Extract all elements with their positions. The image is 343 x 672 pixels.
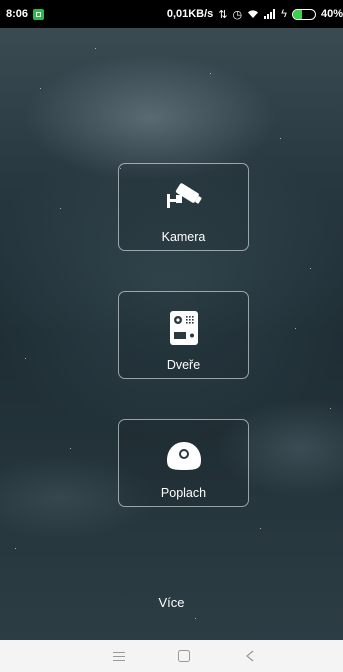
home-background: Kamera Dveře Poplach Více [0,28,343,640]
alarm-sensor-icon [119,438,248,474]
data-sync-icon: ⇅ [218,8,228,21]
security-camera-icon [119,182,248,218]
tile-dvere-label: Dveře [166,358,201,372]
menu-icon[interactable] [109,648,129,664]
wifi-icon [248,10,259,18]
status-bar: 8:06 0,01KB/s ⇅ ◷ ϟ 40% [0,0,343,28]
battery-icon [291,8,316,20]
tile-kamera-label: Kamera [161,230,206,244]
signal-icon [264,9,276,19]
more-button[interactable]: Více [0,595,343,610]
status-time: 8:06 [6,8,29,20]
alarm-clock-icon: ◷ [232,8,243,21]
tile-poplach-label: Poplach [160,486,207,500]
app-notification-icon [33,8,45,20]
back-icon[interactable] [240,648,260,664]
home-icon[interactable] [174,648,194,664]
tile-poplach[interactable]: Poplach [118,419,249,507]
door-intercom-icon [119,310,248,346]
network-speed: 0,01KB/s [166,8,214,20]
battery-percent: 40% [320,8,343,20]
charging-icon: ϟ [281,8,287,20]
tile-dvere[interactable]: Dveře [118,291,249,379]
tile-kamera[interactable]: Kamera [118,163,249,251]
system-nav-bar [0,640,343,672]
status-right-group: 0,01KB/s ⇅ ◷ ϟ 40% [167,8,343,21]
phone-screen: 8:06 0,01KB/s ⇅ ◷ ϟ 40% Kamera Dveře Pop… [0,0,343,672]
battery-fill [292,9,302,19]
